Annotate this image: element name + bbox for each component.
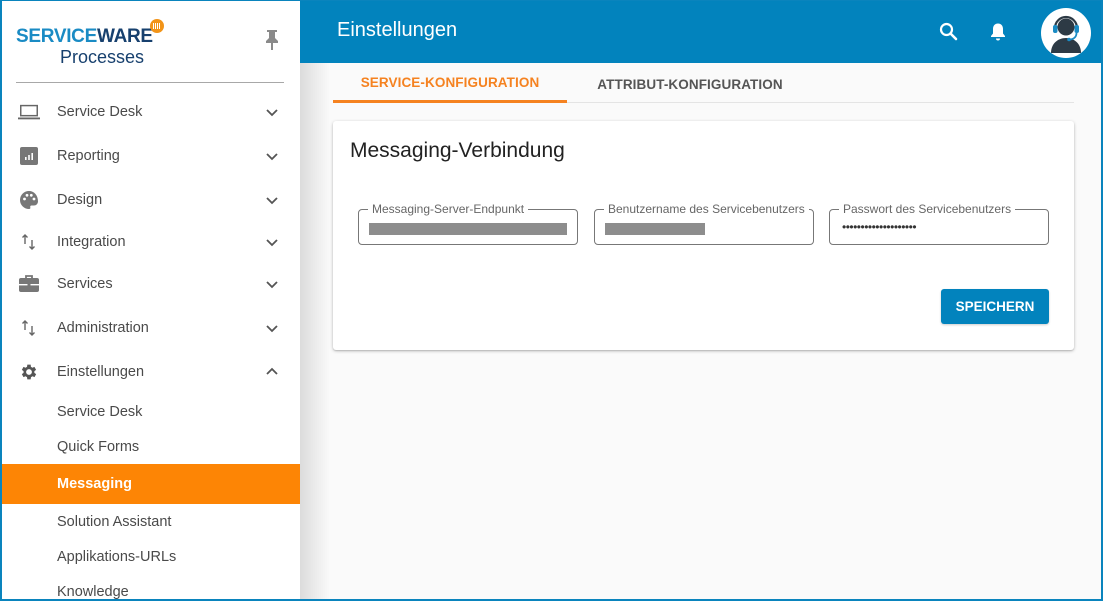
laptop-icon bbox=[18, 101, 40, 123]
app-window: SERVICEWARE Processes Service Desk Repor… bbox=[0, 0, 1103, 601]
sidebar-subitem-label: Messaging bbox=[57, 476, 132, 492]
chevron-down-icon bbox=[265, 277, 279, 291]
sidebar-item-integration[interactable]: Integration bbox=[2, 222, 300, 262]
sidebar: SERVICEWARE Processes Service Desk Repor… bbox=[2, 1, 300, 600]
sidebar-item-label: Einstellungen bbox=[57, 364, 145, 380]
sidebar-item-services[interactable]: Services bbox=[2, 262, 300, 306]
field-value-redacted bbox=[369, 223, 567, 235]
sidebar-item-administration[interactable]: Administration bbox=[2, 306, 300, 350]
field-label: Benutzername des Servicebenutzers bbox=[604, 202, 809, 216]
briefcase-icon bbox=[18, 273, 40, 295]
sidebar-nav: Service Desk Reporting Design Integratio… bbox=[2, 90, 300, 600]
field-value-password: •••••••••••••••••••• bbox=[842, 220, 917, 234]
sidebar-subitem-service-desk[interactable]: Service Desk bbox=[2, 394, 300, 429]
chevron-up-icon bbox=[265, 365, 279, 379]
logo-brand-part1: SERVICE bbox=[16, 26, 97, 47]
messaging-connection-card: Messaging-Verbindung Messaging-Server-En… bbox=[333, 121, 1074, 350]
palette-icon bbox=[18, 189, 40, 211]
swap-vertical-icon bbox=[18, 317, 40, 339]
bar-chart-icon bbox=[18, 145, 40, 167]
sidebar-item-einstellungen[interactable]: Einstellungen bbox=[2, 350, 300, 394]
sidebar-subitem-label: Quick Forms bbox=[57, 438, 140, 455]
logo-brand: SERVICEWARE bbox=[16, 26, 153, 48]
sidebar-subitem-messaging[interactable]: Messaging bbox=[2, 464, 300, 504]
sidebar-item-service-desk[interactable]: Service Desk bbox=[2, 90, 300, 134]
tab-attribut-konfiguration[interactable]: ATTRIBUT-KONFIGURATION bbox=[573, 65, 807, 103]
card-title: Messaging-Verbindung bbox=[350, 139, 565, 162]
sidebar-shadow bbox=[300, 63, 330, 599]
field-value-redacted bbox=[605, 223, 705, 235]
search-icon[interactable] bbox=[938, 21, 960, 43]
sidebar-subitem-knowledge[interactable]: Knowledge bbox=[2, 574, 300, 600]
messaging-server-endpoint-field[interactable]: Messaging-Server-Endpunkt bbox=[358, 202, 578, 245]
tab-bar: SERVICE-KONFIGURATION ATTRIBUT-KONFIGURA… bbox=[333, 65, 1074, 103]
save-button[interactable]: SPEICHERN bbox=[941, 289, 1049, 324]
logo-brand-part2: WARE bbox=[96, 26, 153, 47]
support-agent-icon bbox=[1051, 15, 1081, 53]
sidebar-subitem-label: Service Desk bbox=[57, 403, 143, 420]
sidebar-item-label: Services bbox=[57, 276, 113, 292]
sidebar-subitem-label: Knowledge bbox=[57, 583, 129, 600]
logo-product: Processes bbox=[60, 47, 145, 67]
chevron-down-icon bbox=[265, 321, 279, 335]
gear-icon bbox=[18, 361, 40, 383]
sidebar-subitem-solution-assistant[interactable]: Solution Assistant bbox=[2, 504, 300, 539]
sidebar-subitem-quick-forms[interactable]: Quick Forms bbox=[2, 429, 300, 464]
user-avatar[interactable] bbox=[1041, 8, 1091, 58]
app-header: Einstellungen bbox=[300, 1, 1101, 63]
service-username-field[interactable]: Benutzername des Servicebenutzers bbox=[594, 202, 814, 245]
field-label: Passwort des Servicebenutzers bbox=[839, 202, 1016, 216]
chevron-down-icon bbox=[265, 193, 279, 207]
sidebar-item-reporting[interactable]: Reporting bbox=[2, 134, 300, 178]
sidebar-subitem-label: Solution Assistant bbox=[57, 513, 172, 530]
bell-icon[interactable] bbox=[987, 21, 1009, 43]
sidebar-item-label: Integration bbox=[57, 234, 126, 250]
sidebar-subitem-label: Applikations-URLs bbox=[57, 548, 177, 565]
swap-vertical-icon bbox=[18, 231, 40, 253]
tab-service-konfiguration[interactable]: SERVICE-KONFIGURATION bbox=[333, 65, 567, 103]
chevron-down-icon bbox=[265, 235, 279, 249]
divider bbox=[16, 82, 284, 83]
sidebar-item-label: Design bbox=[57, 192, 103, 208]
logo-mark-icon bbox=[150, 19, 164, 33]
sidebar-subitem-applikations-urls[interactable]: Applikations-URLs bbox=[2, 539, 300, 574]
chevron-down-icon bbox=[265, 105, 279, 119]
sidebar-item-label: Administration bbox=[57, 320, 149, 336]
pin-icon[interactable] bbox=[264, 29, 280, 51]
chevron-down-icon bbox=[265, 149, 279, 163]
service-password-field[interactable]: Passwort des Servicebenutzers ••••••••••… bbox=[829, 202, 1049, 245]
sidebar-item-design[interactable]: Design bbox=[2, 178, 300, 222]
sidebar-item-label: Reporting bbox=[57, 148, 120, 164]
sidebar-item-label: Service Desk bbox=[57, 104, 143, 120]
logo: SERVICEWARE Processes bbox=[16, 19, 176, 73]
page-title: Einstellungen bbox=[337, 19, 458, 41]
field-label: Messaging-Server-Endpunkt bbox=[368, 202, 529, 216]
